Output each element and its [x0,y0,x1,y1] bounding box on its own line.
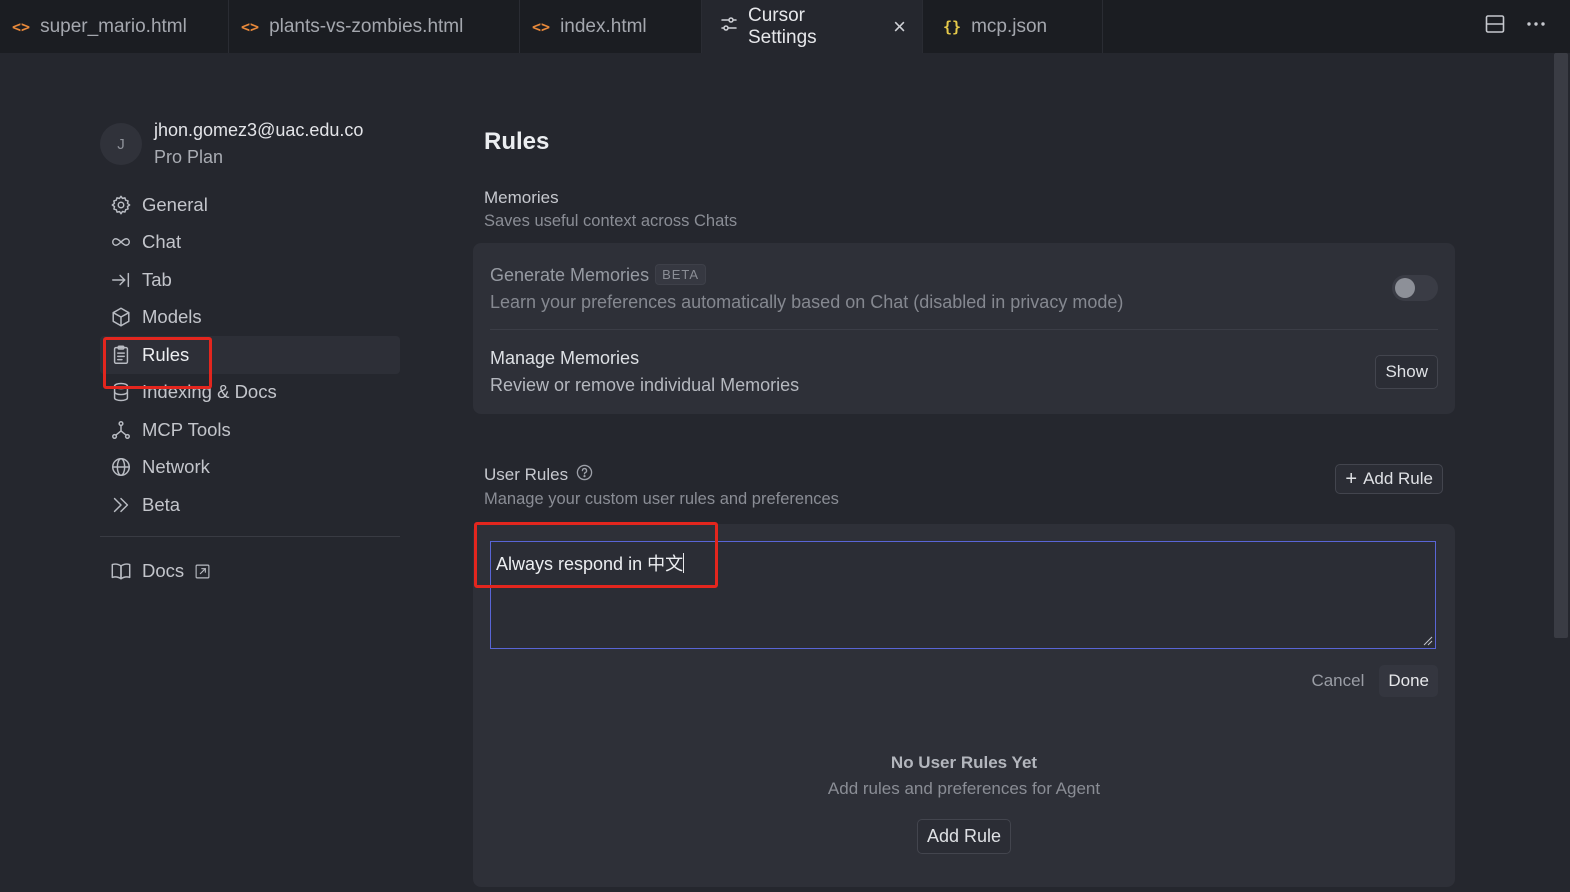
clipboard-icon [113,345,129,364]
nodes-icon [112,420,130,439]
manage-memories-row: Manage Memories Review or remove individ… [473,330,1455,414]
sidebar-item-chat[interactable]: Chat [100,224,400,262]
sidebar-item-docs[interactable]: Docs [100,553,400,591]
add-rule-button[interactable]: + Add Rule [1335,464,1443,494]
user-rules-desc: Manage your custom user rules and prefer… [484,490,839,508]
sidebar-item-models[interactable]: Models [100,299,400,337]
generate-memories-row: Generate Memories BETA Learn your prefere… [473,243,1455,329]
add-rule-label: Add Rule [1363,469,1433,488]
sidebar-item-general[interactable]: General [100,186,400,224]
sidebar-item-rules[interactable]: Rules [100,336,400,374]
manage-memories-title: Manage Memories [490,348,640,368]
tab-label: plants-vs-zombies.html [269,15,464,37]
sidebar-item-label: Beta [142,493,181,515]
close-icon[interactable]: × [893,14,906,40]
resize-handle-icon[interactable] [1423,636,1433,646]
json-braces-icon: {} [943,17,962,36]
tab-mcp-json[interactable]: {} mcp.json [923,0,1103,53]
tab-label: super_mario.html [40,15,187,37]
tab-cursor-settings[interactable]: Cursor Settings × [702,0,923,53]
infinity-icon [112,238,130,247]
done-button[interactable]: Done [1379,665,1438,697]
more-icon[interactable] [1526,13,1546,40]
empty-add-rule-button[interactable]: Add Rule [916,819,1012,854]
book-icon [111,563,131,580]
code-icon: <> [241,17,260,36]
sidebar-item-label: Models [142,306,202,328]
user-plan: Pro Plan [154,147,224,167]
tab-label: mcp.json [971,15,1048,37]
code-icon: <> [12,17,31,36]
sidebar-item-tab[interactable]: Tab [100,261,400,299]
editor-tab-bar: <> super_mario.html <> plants-vs-zombies… [0,0,1570,53]
globe-icon [112,458,130,477]
chevrons-right-icon [113,497,129,512]
sidebar-item-mcp-tools[interactable]: MCP Tools [100,411,400,449]
sidebar-item-label: MCP Tools [142,418,231,440]
plus-icon: + [1345,468,1358,490]
user-rules-header: User Rules Manage your custom user rules… [473,464,1455,514]
memories-card: Generate Memories BETA Learn your prefere… [473,243,1455,414]
user-email: jhon.gomez3@uac.edu.co [154,120,364,140]
scrollbar[interactable] [1554,53,1568,638]
user-rule-editor-value: Always respond in 中文 [496,554,684,574]
sidebar-item-network[interactable]: Network [100,449,400,487]
gear-icon [111,195,131,215]
cube-icon [112,307,130,327]
memories-desc: Saves useful context across Chats [484,212,738,230]
editor-actions: Cancel Done [473,665,1438,697]
code-icon: <> [532,17,551,36]
tab-label: Cursor Settings [748,4,817,48]
memories-label: Memories [484,188,559,207]
settings-sliders-icon [720,15,738,39]
page-title: Rules [484,128,550,155]
sidebar-item-indexing-docs[interactable]: Indexing & Docs [100,374,400,412]
user-profile: J jhon.gomez3@uac.edu.co Pro Plan [100,120,400,168]
settings-sidebar: J jhon.gomez3@uac.edu.co Pro Plan Genera… [100,120,400,590]
database-icon [113,382,129,402]
tab-plants-vs-zombies[interactable]: <> plants-vs-zombies.html [229,0,520,53]
text-caret [683,553,685,573]
user-rules-label: User Rules [484,465,569,484]
settings-content: Rules Memories Saves useful context acro… [473,120,1455,887]
generate-memories-desc: Learn your preferences automatically bas… [490,291,1124,312]
sidebar-item-label: Docs [142,560,185,582]
sidebar-item-label: Tab [142,268,172,290]
sidebar-item-label: General [142,193,208,215]
tab-index[interactable]: <> index.html [520,0,702,53]
tabbar-actions [1484,0,1570,53]
empty-state-desc: Add rules and preferences for Agent [827,779,1101,798]
generate-memories-title: Generate Memories [490,264,650,285]
user-rules-card: Always respond in 中文 Cancel Done No User… [473,524,1455,887]
tab-super-mario[interactable]: <> super_mario.html [0,0,229,53]
sidebar-item-label: Rules [142,343,190,365]
empty-state: No User Rules Yet Add rules and preferen… [473,753,1455,854]
arrow-tab-icon [112,272,130,287]
show-memories-button[interactable]: Show [1375,355,1438,389]
sidebar-item-beta[interactable]: Beta [100,486,400,524]
generate-memories-toggle[interactable] [1392,275,1438,301]
beta-badge: BETA [655,263,707,285]
sidebar-item-label: Chat [142,231,182,253]
sidebar-item-label: Network [142,456,210,478]
tab-label: index.html [560,15,647,37]
cancel-button[interactable]: Cancel [1302,665,1373,697]
help-icon[interactable] [576,464,593,486]
sidebar-item-label: Indexing & Docs [142,381,277,403]
avatar: J [100,123,142,165]
manage-memories-desc: Review or remove individual Memories [490,375,800,395]
external-link-icon [195,564,210,579]
empty-state-title: No User Rules Yet [890,753,1038,772]
sidebar-divider [100,535,400,537]
user-rule-editor[interactable]: Always respond in 中文 [490,541,1436,649]
split-editor-icon[interactable] [1484,13,1506,40]
